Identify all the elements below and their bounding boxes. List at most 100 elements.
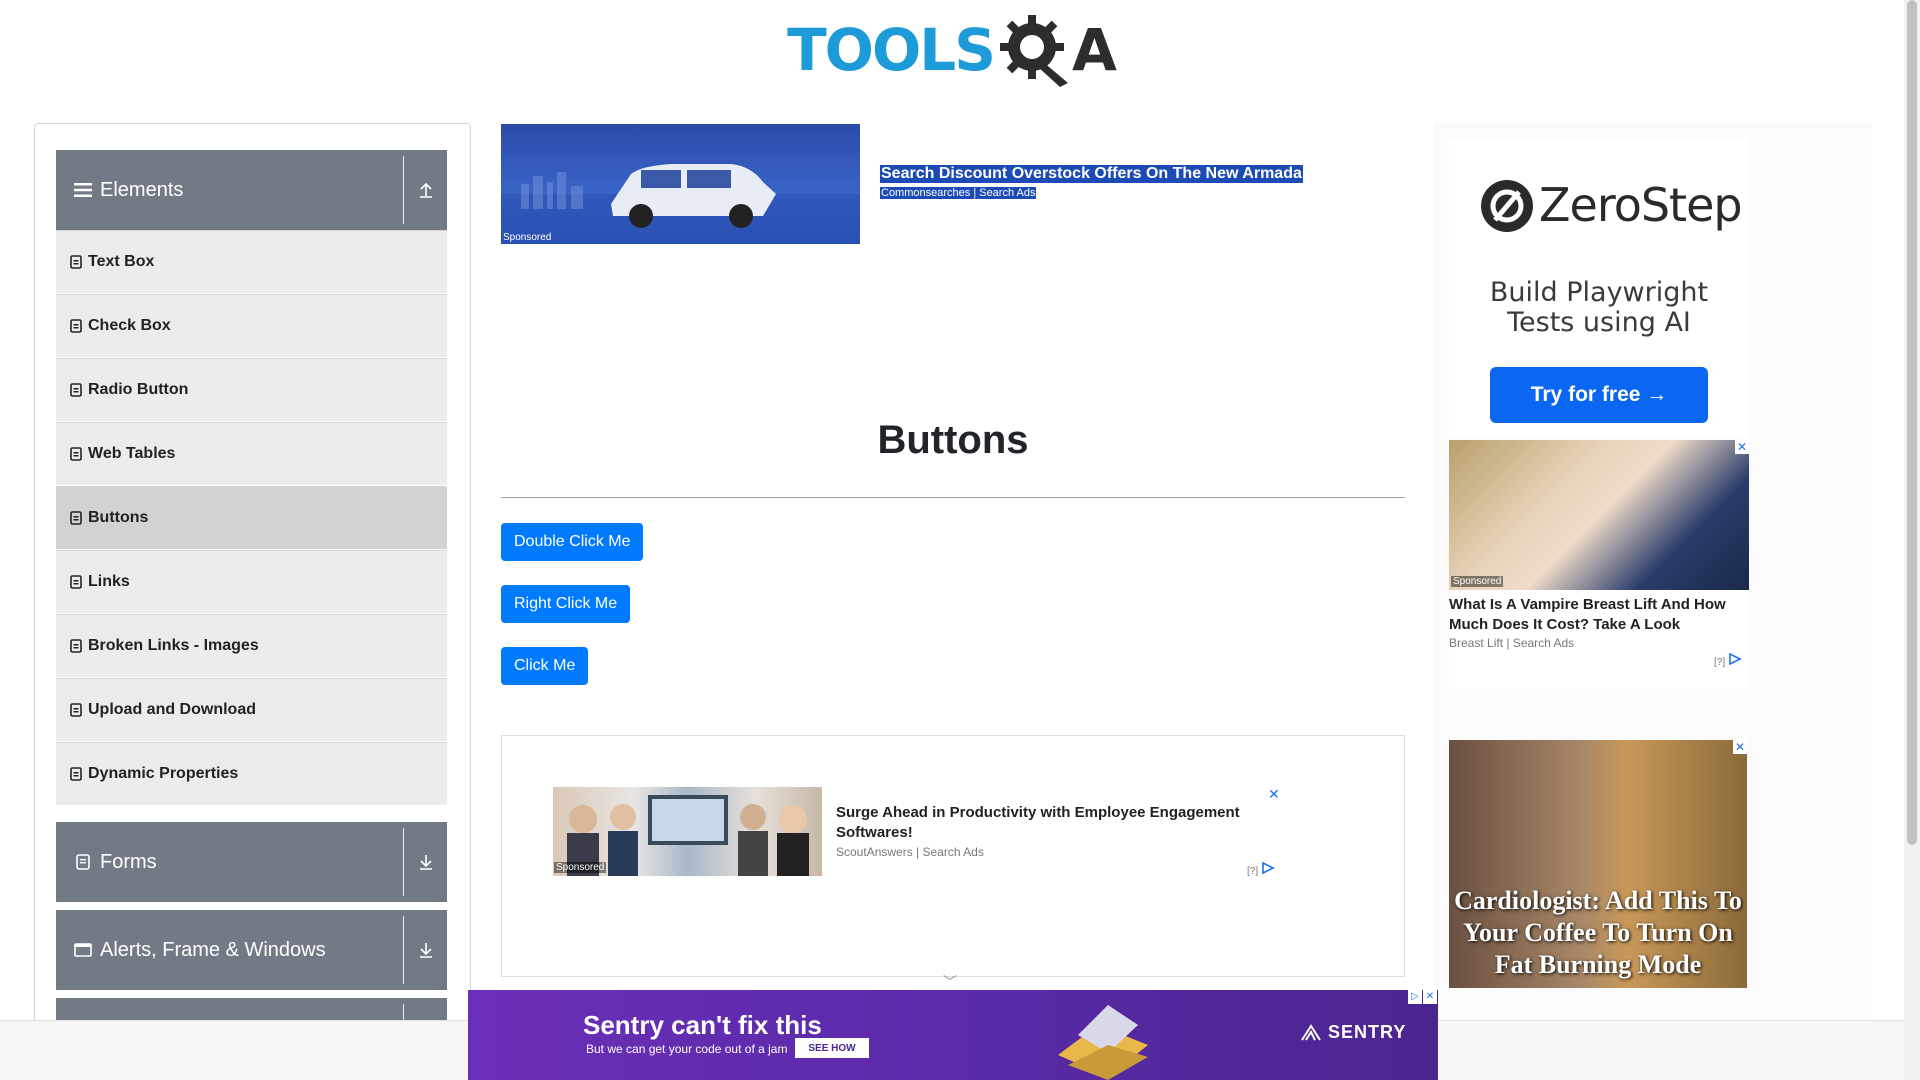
try-for-free-button[interactable]: Try for free →	[1490, 367, 1708, 423]
sentry-brand: SENTRY	[1328, 1022, 1407, 1042]
close-icon[interactable]: ✕	[1735, 440, 1749, 454]
top-banner-ad[interactable]: Sponsored Search Discount Overstock Offe…	[501, 124, 1401, 384]
sidebar-item-label: Buttons	[88, 509, 149, 526]
sponsored-label: Sponsored	[503, 232, 552, 243]
zerostep-name: ZeroStep	[1539, 178, 1743, 232]
double-click-button[interactable]: Double Click Me	[501, 523, 644, 561]
ad-source[interactable]: ScoutAnswers | Search Ads	[836, 845, 984, 859]
ad-help-text: [?]	[1247, 866, 1259, 877]
document-icon	[70, 575, 82, 589]
in-content-ad[interactable]: Sponsored Surge Ahead in Productivity wi…	[501, 735, 1405, 977]
document-icon	[70, 447, 82, 461]
right-sponsored-ad[interactable]: Sponsored ✕ What Is A Vampire Breast Lif…	[1449, 440, 1749, 688]
scrollbar-thumb[interactable]	[1907, 0, 1917, 845]
group-label-elements: Elements	[100, 178, 184, 201]
sidebar-item-radio-button[interactable]: Radio Button	[56, 358, 447, 422]
vertical-scrollbar[interactable]	[1904, 0, 1920, 1080]
chevron-down-icon[interactable]: ﹀	[943, 972, 957, 992]
sidebar-item-check-box[interactable]: Check Box	[56, 294, 447, 358]
ad-headline: Cardiologist: Add This To Your Coffee To…	[1454, 886, 1742, 979]
document-icon	[70, 703, 82, 717]
page-title: Buttons	[877, 418, 1029, 462]
zerostep-ad[interactable]: ZeroStep Build Playwright Tests using AI…	[1449, 138, 1749, 438]
document-icon	[70, 383, 82, 397]
coffee-ad[interactable]: ✕ Cardiologist: Add This To Your Coffee …	[1449, 740, 1747, 988]
group-header-elements[interactable]: Elements	[56, 150, 447, 230]
sidebar-item-broken-links[interactable]: Broken Links - Images	[56, 614, 447, 678]
adchoices-icon[interactable]: ▷	[1408, 990, 1422, 1004]
sidebar-item-label: Broken Links - Images	[88, 637, 259, 654]
sponsored-label: Sponsored	[554, 862, 607, 873]
sidebar-item-text-box[interactable]: Text Box	[56, 230, 447, 294]
document-icon	[70, 319, 82, 333]
adchoices-icon	[1729, 652, 1742, 666]
document-icon	[70, 639, 82, 653]
ad-info-icon[interactable]: [?]	[1247, 861, 1275, 877]
zerostep-tagline: Build Playwright Tests using AI	[1449, 278, 1749, 338]
form-icon	[76, 854, 90, 870]
close-icon[interactable]: ✕	[1268, 786, 1280, 803]
ad-headline[interactable]: Surge Ahead in Productivity with Employe…	[836, 803, 1276, 843]
ad-portrait-image	[1449, 440, 1749, 590]
window-icon	[74, 943, 92, 957]
ad-subline: But we can get your code out of a jam	[586, 1042, 788, 1056]
ad-car-image: Sponsored	[501, 124, 860, 244]
document-icon	[70, 255, 82, 269]
close-icon[interactable]: ✕	[1733, 740, 1747, 754]
click-me-button[interactable]: Click Me	[501, 647, 589, 685]
group-header-forms-label-wrap: Forms	[74, 851, 157, 874]
collapse-icon[interactable]	[404, 150, 447, 230]
typewriter-illustration-icon	[1058, 1005, 1148, 1080]
zerostep-logo-icon	[1481, 180, 1533, 232]
group-header-forms[interactable]: Forms	[56, 822, 447, 902]
group-header-alerts[interactable]: Alerts, Frame & Windows	[56, 910, 447, 990]
ad-info-icon[interactable]: [?]	[1714, 652, 1742, 668]
hamburger-icon	[74, 183, 92, 197]
right-ad-column: ZeroStep Build Playwright Tests using AI…	[1434, 122, 1872, 1042]
sidebar-item-dynamic-properties[interactable]: Dynamic Properties	[56, 742, 447, 806]
expand-icon[interactable]	[404, 910, 447, 990]
ad-help-text: [?]	[1714, 657, 1726, 668]
sidebar-item-label: Web Tables	[88, 445, 176, 462]
right-click-button[interactable]: Right Click Me	[501, 585, 631, 623]
logo-suffix: A	[1072, 16, 1117, 84]
zerostep-tagline-2: Tests using AI	[1507, 307, 1691, 338]
group-label-alerts: Alerts, Frame & Windows	[100, 938, 326, 961]
close-icon[interactable]: ✕	[1423, 990, 1437, 1004]
sidebar-item-label: Radio Button	[88, 381, 189, 398]
sentry-icon	[1301, 1024, 1321, 1041]
document-icon	[70, 511, 82, 525]
document-icon	[70, 767, 82, 781]
adchoices-icon	[1262, 861, 1275, 875]
ad-source[interactable]: Commonsearches | Search Ads	[880, 187, 1037, 199]
sidebar-item-buttons[interactable]: Buttons	[56, 486, 447, 550]
sidebar-item-label: Check Box	[88, 317, 171, 334]
sidebar-item-label: Links	[88, 573, 130, 590]
sidebar-item-web-tables[interactable]: Web Tables	[56, 422, 447, 486]
sidebar-item-label: Upload and Download	[88, 701, 256, 718]
group-header-alerts-label-wrap: Alerts, Frame & Windows	[74, 939, 326, 962]
title-divider	[501, 497, 1405, 498]
group-label-forms: Forms	[100, 850, 157, 873]
see-how-button[interactable]: SEE HOW	[795, 1038, 869, 1058]
group-header-elements-label-wrap: Elements	[74, 179, 183, 202]
sentry-bottom-ad[interactable]: Sentry can't fix this But we can get you…	[468, 990, 1438, 1080]
logo-text: TOOLS	[787, 16, 996, 84]
suv-icon	[501, 164, 860, 244]
ad-controls: ▷ ✕	[1407, 990, 1437, 1004]
expand-icon[interactable]	[404, 822, 447, 902]
page: TOOLS A Elements Text Box Check Box Radi…	[0, 0, 1920, 1080]
sentry-logo: SENTRY	[1300, 1022, 1406, 1043]
ad-headline[interactable]: Search Discount Overstock Offers On The …	[880, 165, 1303, 183]
header: TOOLS A	[0, 0, 1904, 100]
ad-headline[interactable]: What Is A Vampire Breast Lift And How Mu…	[1449, 595, 1749, 635]
elements-menu: Text Box Check Box Radio Button Web Tabl…	[56, 230, 447, 806]
sponsored-label: Sponsored	[1451, 576, 1504, 587]
zerostep-tagline-1: Build Playwright	[1489, 277, 1709, 308]
toolsqa-logo[interactable]: TOOLS A	[787, 10, 1117, 90]
sidebar-item-links[interactable]: Links	[56, 550, 447, 614]
sidebar-item-upload-download[interactable]: Upload and Download	[56, 678, 447, 742]
ad-headline: Sentry can't fix this	[583, 1010, 822, 1040]
ad-source[interactable]: Breast Lift | Search Ads	[1449, 636, 1574, 650]
gear-q-icon	[1000, 15, 1068, 87]
